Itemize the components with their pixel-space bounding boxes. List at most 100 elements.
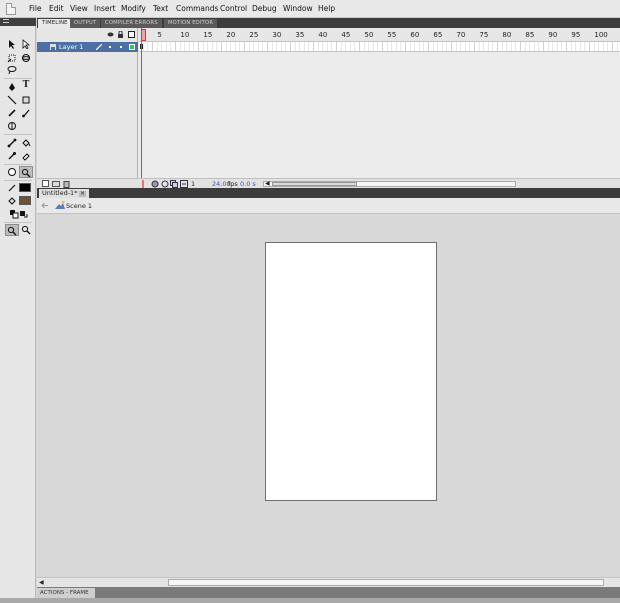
brush-tool-icon[interactable] — [19, 107, 33, 119]
zoom-in-option-icon[interactable] — [5, 224, 19, 236]
selection-tool-icon[interactable] — [5, 38, 19, 50]
ruler-frame-number[interactable]: 10 — [180, 31, 189, 39]
eraser-tool-icon[interactable] — [19, 150, 33, 162]
ruler-frame-number[interactable]: 80 — [502, 31, 511, 39]
tab-timeline[interactable]: TIMELINE — [38, 19, 72, 28]
menu-edit[interactable]: Edit — [49, 4, 64, 14]
tools-panel-header[interactable] — [0, 18, 36, 26]
ruler-frame-number[interactable]: 55 — [387, 31, 396, 39]
lasso-tool-icon[interactable] — [5, 64, 19, 76]
onion-markers-icon[interactable] — [180, 180, 188, 188]
ruler-frame-number[interactable]: 70 — [456, 31, 465, 39]
ruler-frame-number[interactable]: 35 — [295, 31, 304, 39]
text-tool-icon[interactable]: T — [19, 79, 33, 91]
swap-colors-icon[interactable] — [16, 208, 30, 220]
menu-insert[interactable]: Insert — [94, 4, 116, 14]
menu-help[interactable]: Help — [318, 4, 335, 14]
onion-skin-icon[interactable] — [151, 180, 159, 188]
outline-icon[interactable] — [128, 31, 135, 38]
fill-color-swatch[interactable] — [19, 196, 31, 205]
ruler-frame-number[interactable]: 5 — [157, 31, 161, 39]
onion-outline-icon[interactable] — [161, 180, 169, 188]
lock-icon[interactable] — [117, 31, 124, 38]
playhead-handle[interactable] — [141, 29, 146, 41]
app-document-icon — [6, 3, 16, 15]
layer-name[interactable]: Layer 1 — [59, 43, 83, 51]
free-transform-tool-icon[interactable] — [5, 52, 19, 64]
ruler-frame-number[interactable]: 30 — [272, 31, 281, 39]
stroke-color-swatch[interactable] — [19, 183, 31, 192]
actions-panel-bar: ACTIONS - FRAME — [37, 587, 620, 598]
new-layer-icon[interactable] — [42, 180, 50, 187]
stage-horizontal-scrollbar[interactable]: ◀ — [37, 577, 620, 587]
center-frame-icon[interactable] — [140, 180, 146, 188]
stage[interactable] — [265, 242, 437, 501]
zoom-out-option-icon[interactable] — [19, 224, 33, 236]
layer-header-icons — [37, 28, 138, 42]
stage-scroll-thumb[interactable] — [168, 579, 604, 586]
ruler-frame-number[interactable]: 15 — [203, 31, 212, 39]
paint-bucket-tool-icon[interactable] — [19, 137, 33, 149]
eyedropper-tool-icon[interactable] — [5, 150, 19, 162]
rectangle-tool-icon[interactable] — [19, 94, 33, 106]
menu-debug[interactable]: Debug — [252, 4, 277, 14]
frame-rate-label: fps — [228, 180, 238, 188]
subselection-tool-icon[interactable] — [19, 38, 33, 50]
menu-commands[interactable]: Commands — [176, 4, 218, 14]
delete-layer-icon[interactable] — [63, 180, 70, 188]
ruler-frame-number[interactable]: 40 — [318, 31, 327, 39]
layer-frame-track[interactable] — [139, 42, 620, 52]
scroll-left-icon[interactable]: ◀ — [39, 579, 44, 587]
menu-window[interactable]: Window — [283, 4, 313, 14]
frame-ruler[interactable]: 1510152025303540455055606570758085909510… — [139, 28, 620, 42]
ruler-frame-number[interactable]: 85 — [525, 31, 534, 39]
scroll-left-arrow-icon[interactable]: ◀ — [265, 181, 270, 187]
pen-tool-icon[interactable] — [5, 81, 19, 93]
timeline-scrollbar[interactable]: ◀ — [263, 181, 516, 187]
tab-output[interactable]: OUTPUT — [70, 19, 101, 28]
menu-file[interactable]: File — [29, 4, 42, 14]
ruler-frame-number[interactable]: 90 — [548, 31, 557, 39]
ruler-frame-number[interactable]: 50 — [364, 31, 373, 39]
scene-icon — [55, 201, 65, 209]
ruler-frame-number[interactable]: 45 — [341, 31, 350, 39]
tab-compiler-errors[interactable]: COMPILER ERRORS — [101, 19, 162, 28]
menu-modify[interactable]: Modify — [121, 4, 146, 14]
tab-motion-editor[interactable]: MOTION EDITOR — [164, 19, 218, 28]
lock-dot[interactable] — [120, 46, 122, 48]
deco-tool-icon[interactable] — [5, 120, 19, 132]
frames-area[interactable]: 1510152025303540455055606570758085909510… — [139, 28, 620, 188]
stroke-color-icon[interactable] — [5, 182, 19, 194]
menu-view[interactable]: View — [70, 4, 88, 14]
menu-text[interactable]: Text — [153, 4, 168, 14]
menu-control[interactable]: Control — [220, 4, 247, 14]
close-document-button[interactable]: × — [79, 191, 86, 197]
line-tool-icon[interactable] — [5, 94, 19, 106]
timeline-scroll-thumb[interactable] — [272, 182, 357, 186]
ruler-frame-number[interactable]: 60 — [410, 31, 419, 39]
layer-outline-swatch[interactable] — [129, 44, 135, 50]
pencil-tool-icon[interactable] — [5, 107, 19, 119]
ruler-frame-number[interactable]: 100 — [594, 31, 607, 39]
back-arrow-icon[interactable] — [41, 202, 49, 209]
ruler-frame-number[interactable]: 20 — [226, 31, 235, 39]
3d-rotation-tool-icon[interactable] — [19, 52, 33, 64]
ruler-frame-number[interactable]: 25 — [249, 31, 258, 39]
layer-row[interactable]: Layer 1 — [37, 42, 138, 52]
hand-tool-icon[interactable] — [5, 166, 19, 178]
new-folder-icon[interactable] — [52, 180, 60, 187]
fill-color-icon[interactable] — [5, 195, 19, 207]
zoom-tool-icon[interactable] — [19, 166, 33, 178]
ruler-frame-number[interactable]: 75 — [479, 31, 488, 39]
ruler-frame-number[interactable]: 65 — [433, 31, 442, 39]
visibility-dot[interactable] — [109, 46, 111, 48]
playhead[interactable] — [141, 28, 146, 188]
edit-multiple-frames-icon[interactable] — [170, 180, 178, 188]
tab-actions-frame[interactable]: ACTIONS - FRAME — [37, 588, 95, 598]
show-hide-icon[interactable] — [107, 31, 114, 38]
scene-label[interactable]: Scene 1 — [66, 202, 92, 210]
pasteboard[interactable] — [37, 215, 620, 577]
bone-tool-icon[interactable] — [5, 137, 19, 149]
ruler-frame-number[interactable]: 95 — [571, 31, 580, 39]
document-tab[interactable]: Untitled-1* × — [39, 189, 89, 198]
